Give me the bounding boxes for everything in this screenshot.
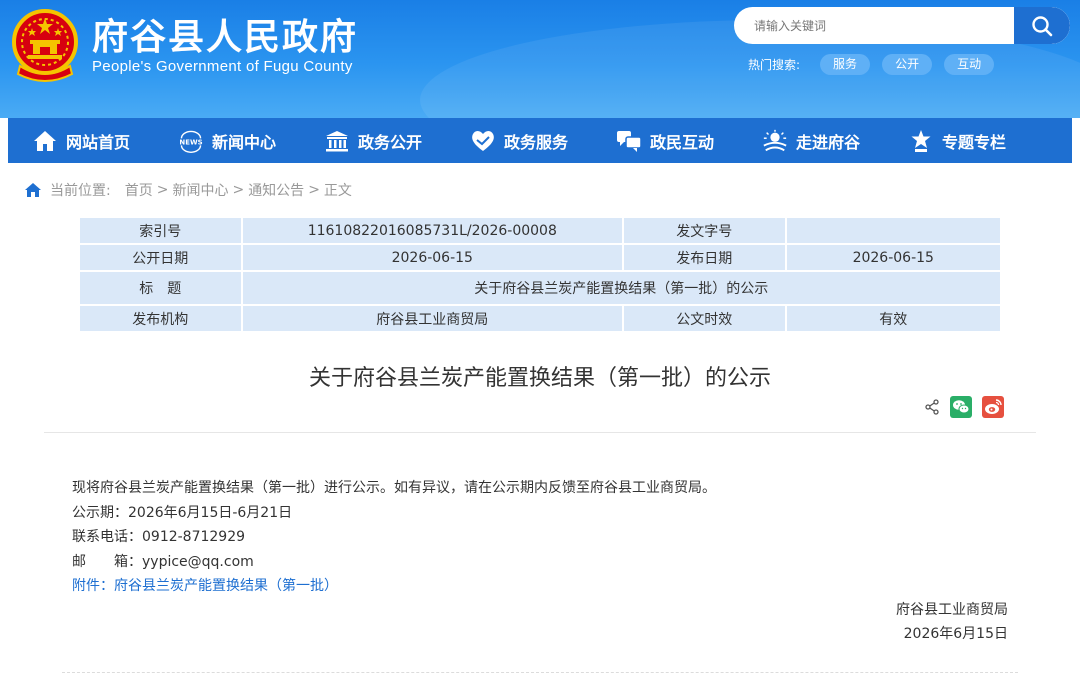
publisher-value: 府谷县工业商贸局 <box>240 304 625 333</box>
validity-label: 公文时效 <box>622 304 787 333</box>
index-label: 索引号 <box>78 216 243 245</box>
nav-item-label: 政务公开 <box>357 132 422 152</box>
index-value: 11610822016085731L/2026-00008 <box>240 216 625 245</box>
hot-tag-service[interactable]: 服务 <box>820 53 871 75</box>
hot-tag-interact[interactable]: 互动 <box>944 53 995 75</box>
article-email: 邮 箱：yypice@qq.com <box>72 553 254 570</box>
site-subtitle: People's Government of Fugu County <box>92 58 353 75</box>
government-building-icon <box>324 128 350 154</box>
signature-date: 2026年6月15日 <box>903 626 1008 642</box>
news-icon-text: NEWS <box>179 138 202 146</box>
table-row: 发布机构 府谷县工业商贸局 公文时效 有效 <box>78 304 1003 333</box>
hot-search-label: 热门搜索: <box>748 57 801 72</box>
chat-bubbles-icon <box>616 128 642 154</box>
breadcrumb-notices[interactable]: 通知公告 <box>248 180 304 200</box>
hot-tag-open[interactable]: 公开 <box>882 53 933 75</box>
nav-item-visit-fugu[interactable]: 走进府谷 <box>738 118 884 163</box>
site-title[interactable]: 府谷县人民政府 <box>92 8 358 60</box>
nav-item-label: 政务服务 <box>503 132 568 152</box>
breadcrumb-separator: > <box>308 182 320 198</box>
breadcrumb-separator: > <box>156 182 169 198</box>
heart-hand-icon <box>470 128 496 154</box>
hot-search-row: 热门搜索: 服务 公开 互动 <box>748 53 1006 75</box>
national-emblem-icon[interactable] <box>10 8 80 84</box>
search-icon <box>1032 15 1053 36</box>
article-phone: 联系电话：0912-8712929 <box>72 529 246 545</box>
open-date-value: 2026-06-15 <box>240 243 625 272</box>
nav-item-label: 新闻中心 <box>211 132 276 152</box>
nav-item-label: 专题专栏 <box>941 132 1006 152</box>
site-header: 府谷县人民政府 People's Government of Fugu Coun… <box>0 0 1080 118</box>
search-button[interactable] <box>1014 7 1070 44</box>
article-body: 现将府谷县兰炭产能置换结果（第一批）进行公示。如有异议，请在公示期内反馈至府谷县… <box>72 476 1012 599</box>
publisher-label: 发布机构 <box>78 304 243 333</box>
article-period: 公示期：2026年6月15日-6月21日 <box>72 504 293 521</box>
bottom-divider <box>62 672 1018 673</box>
divider <box>44 432 1036 433</box>
wechat-icon[interactable] <box>950 396 972 418</box>
signature-org: 府谷县工业商贸局 <box>896 602 1008 618</box>
share-icon[interactable] <box>924 399 940 415</box>
table-row: 标 题 关于府谷县兰炭产能置换结果（第一批）的公示 <box>78 270 1003 306</box>
weibo-icon[interactable] <box>982 396 1004 418</box>
title-value: 关于府谷县兰炭产能置换结果（第一批）的公示 <box>240 270 1003 306</box>
search-input[interactable] <box>734 7 1014 44</box>
nav-item-label: 政民互动 <box>649 132 714 152</box>
open-date-label: 公开日期 <box>78 243 243 272</box>
nav-item-gov-service[interactable]: 政务服务 <box>446 118 592 163</box>
search-box <box>734 7 1070 44</box>
nav-item-interaction[interactable]: 政民互动 <box>592 118 738 163</box>
home-icon <box>25 183 41 197</box>
breadcrumb-separator: > <box>232 182 245 198</box>
breadcrumb-news-center[interactable]: 新闻中心 <box>172 180 228 200</box>
article-paragraph: 现将府谷县兰炭产能置换结果（第一批）进行公示。如有异议，请在公示期内反馈至府谷县… <box>72 480 716 496</box>
table-row: 索引号 11610822016085731L/2026-00008 发文字号 <box>78 216 1003 245</box>
nav-item-gov-open[interactable]: 政务公开 <box>300 118 446 163</box>
star-trophy-icon <box>908 128 934 154</box>
validity-value: 有效 <box>784 304 1003 333</box>
nav-item-label: 网站首页 <box>65 132 130 152</box>
breadcrumb-home[interactable]: 首页 <box>125 180 153 200</box>
publish-date-label: 发布日期 <box>622 243 787 272</box>
landmark-icon <box>762 128 788 154</box>
article-title: 关于府谷县兰炭产能置换结果（第一批）的公示 <box>308 366 771 391</box>
breadcrumb: 当前位置: 首页 > 新闻中心 > 通知公告 > 正文 <box>24 180 352 200</box>
share-bar <box>924 396 1014 418</box>
nav-item-label: 走进府谷 <box>795 132 860 152</box>
main-nav: 网站首页 NEWS 新闻中心 政务公开 政务服务 政民互动 走进府谷 专题专栏 <box>8 118 1072 163</box>
nav-item-special-topics[interactable]: 专题专栏 <box>884 118 1030 163</box>
news-icon: NEWS <box>178 128 204 154</box>
title-label: 标 题 <box>78 270 243 306</box>
breadcrumb-current: 正文 <box>323 183 352 199</box>
nav-item-news[interactable]: NEWS 新闻中心 <box>154 118 300 163</box>
article-signature: 府谷县工业商贸局 2026年6月15日 <box>896 598 1008 646</box>
document-meta-table: 索引号 11610822016085731L/2026-00008 发文字号 公… <box>78 216 1003 333</box>
breadcrumb-prefix: 当前位置: <box>50 183 111 199</box>
table-row: 公开日期 2026-06-15 发布日期 2026-06-15 <box>78 243 1003 272</box>
article-attachment-link[interactable]: 附件：府谷县兰炭产能置换结果（第一批） <box>72 574 1012 599</box>
publish-date-value: 2026-06-15 <box>784 243 1003 272</box>
doc-number-label: 发文字号 <box>622 216 787 245</box>
doc-number-value <box>784 216 1003 245</box>
nav-item-home[interactable]: 网站首页 <box>8 118 154 163</box>
home-icon <box>32 128 58 154</box>
